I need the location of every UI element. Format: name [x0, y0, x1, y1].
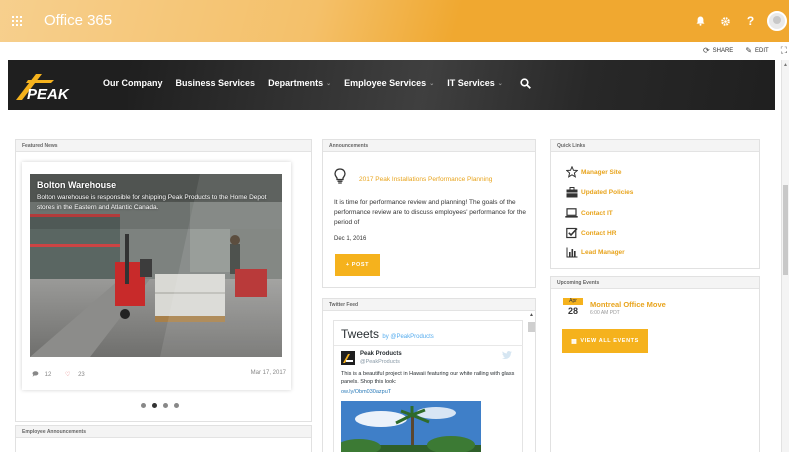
svg-text:PEAK: PEAK: [27, 86, 70, 102]
search-icon: [520, 77, 532, 89]
tweet-link[interactable]: ow.ly/Obm030azpuT: [341, 389, 391, 395]
share-label: SHARE: [712, 47, 734, 54]
chevron-down-icon: ⌄: [326, 80, 332, 87]
post-button[interactable]: + POST: [335, 254, 380, 276]
view-all-events-button[interactable]: ▦ VIEW ALL EVENTS: [562, 329, 648, 353]
account-name[interactable]: Peak Products: [360, 351, 402, 357]
carousel-dot-active[interactable]: [152, 403, 157, 408]
carousel-dot[interactable]: [141, 403, 146, 408]
chevron-down-icon: ⌄: [429, 80, 435, 87]
event-day: 28: [567, 306, 578, 316]
announcements-heading: Announcements: [323, 140, 535, 152]
share-icon: ⟳: [702, 46, 710, 55]
carousel-dot[interactable]: [163, 403, 168, 408]
main-nav: Our Company Business Services Department…: [103, 77, 532, 89]
tweets-heading: Tweets by @PeakProducts: [341, 327, 434, 341]
peak-mini-logo: [343, 354, 353, 363]
news-title[interactable]: Bolton Warehouse: [37, 180, 116, 190]
quick-link-updated-policies[interactable]: Updated Policies: [565, 185, 725, 199]
nav-our-company[interactable]: Our Company: [103, 78, 163, 88]
bell-icon: [696, 16, 705, 26]
laptop-icon: [565, 207, 578, 219]
suite-icons: ?: [688, 10, 789, 32]
lightbulb-icon: [334, 168, 346, 184]
warehouse-photo[interactable]: Bolton Warehouse Bolton warehouse is res…: [30, 174, 282, 357]
event-month: Apr: [563, 298, 583, 305]
tweet-text: This is a beautiful project in Hawaii fe…: [341, 371, 515, 386]
employee-announcements-heading: Employee Announcements: [16, 426, 311, 438]
nav-it-services[interactable]: IT Services ⌄: [447, 78, 503, 88]
peak-logo[interactable]: PEAK: [14, 72, 86, 102]
like-count[interactable]: ♡ 23: [65, 372, 91, 378]
quick-link-contact-hr[interactable]: Contact HR: [565, 226, 725, 240]
news-card[interactable]: Bolton Warehouse Bolton warehouse is res…: [22, 162, 291, 390]
help-button[interactable]: ?: [738, 10, 763, 32]
comment-icon: 🗩: [32, 372, 39, 378]
event-title[interactable]: Montreal Office Move: [590, 300, 666, 309]
twitter-bird-icon[interactable]: [502, 351, 512, 359]
heart-icon: ♡: [65, 372, 71, 378]
twitter-scrollbar[interactable]: ▲: [527, 312, 536, 452]
quick-link-contact-it[interactable]: Contact IT: [565, 206, 725, 220]
pencil-icon: ✎: [745, 46, 753, 55]
announcement-date: Dec 1, 2016: [334, 236, 367, 242]
featured-news-heading: Featured News: [16, 140, 311, 152]
bar-chart-icon: [565, 246, 578, 258]
page-action-bar: ⟳ SHARE ✎ EDIT ⛶: [0, 42, 789, 60]
employee-announcements-panel: Employee Announcements: [15, 425, 312, 452]
scroll-up-icon[interactable]: ▲: [783, 62, 788, 68]
event-date-badge: Apr 28: [563, 298, 583, 318]
focus-mode-icon[interactable]: ⛶: [781, 45, 787, 56]
account-avatar[interactable]: [341, 351, 355, 365]
quick-link-lead-manager[interactable]: Lead Manager: [565, 245, 725, 259]
twitter-feed-heading: Twitter Feed: [323, 299, 535, 311]
announcement-title[interactable]: 2017 Peak Installations Performance Plan…: [359, 176, 492, 183]
search-button[interactable]: [520, 77, 532, 89]
gear-icon: [721, 16, 730, 26]
tweets-by-link[interactable]: by @PeakProducts: [382, 334, 433, 340]
calendar-icon: ▦: [571, 338, 578, 345]
scroll-thumb[interactable]: [783, 185, 788, 275]
upcoming-events-heading: Upcoming Events: [551, 277, 759, 289]
notifications-button[interactable]: [688, 10, 713, 32]
account-handle[interactable]: @PeakProducts: [360, 359, 400, 365]
page-scrollbar[interactable]: ▲: [781, 60, 789, 452]
edit-label: EDIT: [755, 47, 769, 54]
share-button[interactable]: ⟳ SHARE: [703, 45, 733, 56]
nav-employee-services[interactable]: Employee Services ⌄: [344, 78, 434, 88]
waffle-icon: [12, 16, 22, 26]
carousel-dot[interactable]: [174, 403, 179, 408]
star-icon: [565, 166, 578, 178]
news-meta: 🗩 12 ♡ 23 Mar 17, 2017: [32, 370, 286, 380]
twitter-timeline: Tweets by @PeakProducts Peak Products @P…: [333, 320, 523, 452]
app-launcher-button[interactable]: [0, 10, 34, 32]
hawaii-photo: [341, 401, 481, 452]
site-header: PEAK Our Company Business Services Depar…: [8, 60, 775, 110]
scroll-up-icon[interactable]: ▲: [527, 312, 536, 318]
suite-bar-highlight: [0, 0, 789, 42]
news-summary: Bolton warehouse is responsible for ship…: [37, 194, 267, 211]
scroll-thumb[interactable]: [528, 322, 535, 332]
checkbox-icon: [565, 227, 578, 239]
edit-button[interactable]: ✎ EDIT: [745, 45, 768, 56]
comment-count[interactable]: 🗩 12: [32, 372, 57, 378]
quick-link-manager-site[interactable]: Manager Site: [565, 165, 725, 179]
settings-button[interactable]: [713, 10, 738, 32]
quick-links-heading: Quick Links: [551, 140, 759, 152]
announcement-body: It is time for performance review and pl…: [334, 199, 526, 227]
briefcase-icon: [565, 186, 578, 198]
nav-departments[interactable]: Departments ⌄: [268, 78, 331, 88]
avatar[interactable]: [767, 11, 787, 31]
tweet-photo[interactable]: [341, 401, 481, 452]
suite-bar: Office 365 ?: [0, 0, 789, 42]
news-date: Mar 17, 2017: [250, 370, 286, 376]
carousel-dots: [141, 403, 185, 408]
suite-title[interactable]: Office 365: [44, 12, 112, 29]
nav-business-services[interactable]: Business Services: [176, 78, 256, 88]
help-icon: ?: [746, 14, 755, 28]
event-time: 6:00 AM PDT: [590, 310, 620, 316]
chevron-down-icon: ⌄: [497, 80, 503, 87]
